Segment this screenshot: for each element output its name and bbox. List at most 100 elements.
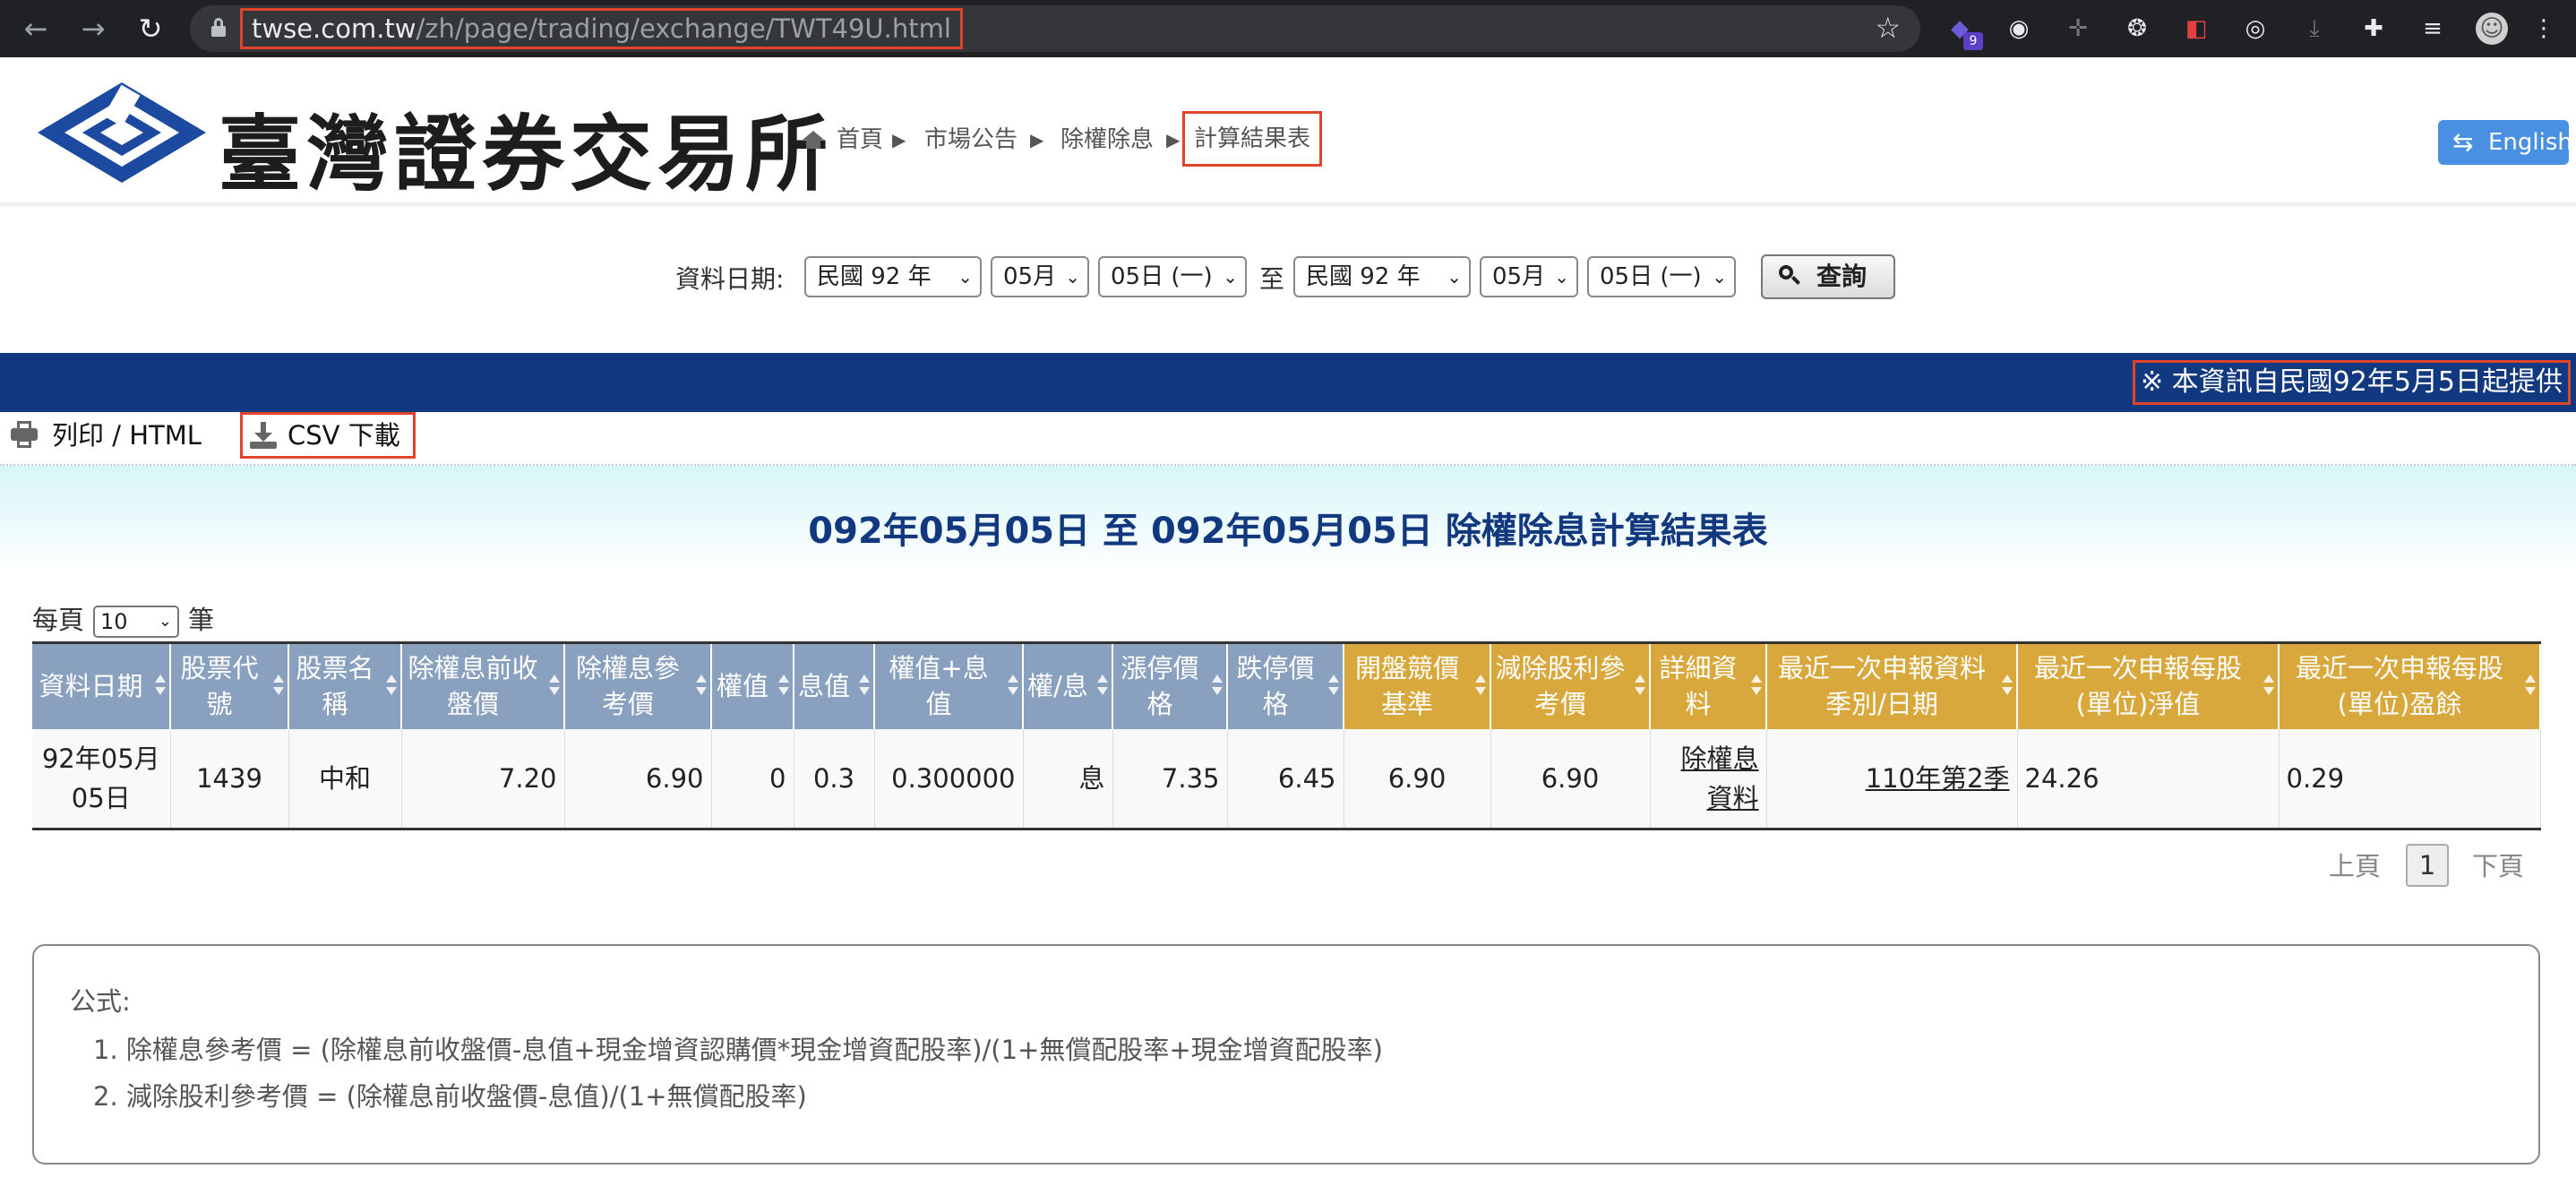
column-header-label: 最近一次申報每股(單位)淨值 <box>2033 653 2242 720</box>
column-header[interactable]: 開盤競價基準 <box>1344 641 1491 729</box>
table-header-row: 資料日期 股票代號 股票名稱 除權息前收盤價 除權息參考價 權值 息值 權值+息… <box>32 641 2541 729</box>
sort-icon <box>696 675 707 700</box>
column-header-label: 減除股利參考價 <box>1495 653 1626 720</box>
forward-arrow-icon[interactable]: → <box>75 11 111 47</box>
column-header[interactable]: 股票代號 <box>170 641 289 729</box>
logo-text: 臺灣證券交易所 <box>219 106 834 202</box>
column-header-label: 詳細資料 <box>1659 653 1738 720</box>
bookmark-star-icon[interactable]: ☆ <box>1875 11 1901 45</box>
column-header[interactable]: 息值 <box>794 641 875 729</box>
sort-icon <box>1008 675 1018 700</box>
url-text[interactable]: twse.com.tw/zh/page/trading/exchange/TWT… <box>240 8 963 49</box>
column-header[interactable]: 除權息前收盤價 <box>401 641 565 729</box>
end-month-select[interactable]: 05月 ⌄ <box>1480 256 1578 297</box>
sort-icon <box>1212 675 1223 700</box>
table-row: 92年05月05日 1439 中和 7.20 6.90 0 0.3 0.3000… <box>32 728 2541 830</box>
per-page-select[interactable]: 10 ⌄ <box>93 606 179 638</box>
extension-icon[interactable]: ◧ <box>2180 13 2212 45</box>
sort-icon <box>1097 675 1108 700</box>
chevron-down-icon: ⌄ <box>158 612 172 631</box>
back-arrow-icon[interactable]: ← <box>18 11 54 47</box>
cell-rights-plus-dividend: 0.300000 <box>874 728 1024 830</box>
avatar[interactable]: ☺ <box>2476 13 2508 45</box>
header-divider <box>0 202 2576 206</box>
puzzle-icon[interactable]: ✚ <box>2357 13 2390 45</box>
download-icon[interactable]: ⤓ <box>2298 13 2331 45</box>
column-header[interactable]: 最近一次申報每股(單位)盈餘 <box>2279 641 2541 729</box>
print-icon[interactable] <box>11 421 38 450</box>
chevron-down-icon: ⌄ <box>1554 266 1569 288</box>
address-bar[interactable]: twse.com.tw/zh/page/trading/exchange/TWT… <box>190 5 1920 52</box>
column-header[interactable]: 股票名稱 <box>288 641 402 729</box>
breadcrumb-ex-rights[interactable]: 除權除息 <box>1060 122 1154 158</box>
column-header[interactable]: 資料日期 <box>32 641 171 729</box>
column-header-label: 除權息前收盤價 <box>408 653 538 720</box>
cell-stock-name: 中和 <box>288 728 402 830</box>
column-header-label: 最近一次申報資料 季別/日期 <box>1777 653 1986 720</box>
english-button[interactable]: ⇆ English <box>2438 120 2572 165</box>
twse-logo-icon <box>38 82 206 183</box>
next-page-button[interactable]: 下頁 <box>2472 844 2524 889</box>
end-year-select[interactable]: 民國 92 年 ⌄ <box>1293 256 1471 297</box>
column-header-label: 最近一次申報每股(單位)盈餘 <box>2295 653 2503 720</box>
sort-icon <box>1328 675 1339 700</box>
breadcrumb-separator-icon: ▶ <box>1030 129 1044 150</box>
column-header[interactable]: 詳細資料 <box>1650 641 1767 729</box>
cell-close-before: 7.20 <box>401 728 565 830</box>
extension-icon[interactable]: ✛ <box>2062 13 2094 45</box>
breadcrumb-market-announcements[interactable]: 市場公告 <box>924 122 1018 158</box>
latest-report-link[interactable]: 110年第2季 <box>1866 763 2010 794</box>
extension-icon[interactable]: ◉ <box>2003 13 2035 45</box>
start-day-select[interactable]: 05日 (一) ⌄ <box>1098 256 1247 297</box>
menu-dots-icon[interactable]: ⋮ <box>2528 13 2560 45</box>
sort-icon <box>2263 675 2274 700</box>
column-header[interactable]: 除權息參考價 <box>564 641 712 729</box>
csv-download-label: CSV 下載 <box>288 420 400 451</box>
cell-stock-code: 1439 <box>170 728 289 830</box>
cell-latest-report-quarter: 110年第2季 <box>1766 728 2018 830</box>
column-header[interactable]: 權值 <box>711 641 794 729</box>
browser-toolbar: ← → ↻ twse.com.tw/zh/page/trading/exchan… <box>0 0 2576 57</box>
sort-icon <box>1635 675 1645 700</box>
cell-dividend-value: 0.3 <box>794 728 875 830</box>
csv-download-button[interactable]: CSV 下載 <box>240 412 416 459</box>
print-html-link[interactable]: 列印 / HTML <box>52 417 202 453</box>
home-icon <box>803 131 824 149</box>
column-header[interactable]: 減除股利參考價 <box>1490 641 1651 729</box>
formula-title: 公式: <box>70 986 131 1017</box>
breadcrumb-separator-icon: ▶ <box>1166 129 1181 150</box>
extension-icon[interactable]: ◆ 9 <box>1944 13 1983 50</box>
media-icon[interactable]: ≡ <box>2417 13 2449 45</box>
cell-rights-or-dividend: 息 <box>1023 728 1113 830</box>
end-day-select[interactable]: 05日 (一) ⌄ <box>1587 256 1736 297</box>
twse-logo[interactable]: 臺灣證券交易所 <box>34 79 828 202</box>
cell-opening-reference: 6.90 <box>1344 728 1491 830</box>
sort-icon <box>1475 675 1486 700</box>
end-month-value: 05月 <box>1492 263 1546 290</box>
chevron-down-icon: ⌄ <box>1447 266 1462 288</box>
column-header[interactable]: 跌停價格 <box>1227 641 1344 729</box>
column-header[interactable]: 最近一次申報每股(單位)淨值 <box>2017 641 2280 729</box>
detail-link[interactable]: 除權息資料 <box>1680 743 1758 813</box>
data-availability-notice: ※ 本資訊自民國92年5月5日起提供 <box>2132 360 2571 405</box>
reload-icon[interactable]: ↻ <box>133 11 168 47</box>
cell-nav-per-share: 24.26 <box>2017 728 2280 830</box>
start-year-select[interactable]: 民國 92 年 ⌄ <box>804 256 982 297</box>
start-month-select[interactable]: 05月 ⌄ <box>991 256 1089 297</box>
search-button[interactable]: 查詢 <box>1761 254 1895 299</box>
sort-icon <box>2002 675 2013 700</box>
column-header[interactable]: 漲停價格 <box>1112 641 1228 729</box>
breadcrumb-home[interactable]: 首頁 <box>837 122 883 158</box>
column-header[interactable]: 最近一次申報資料 季別/日期 <box>1766 641 2018 729</box>
extension-icon[interactable]: ❂ <box>2121 13 2153 45</box>
date-label: 資料日期: <box>675 264 785 294</box>
swap-icon: ⇆ <box>2452 127 2474 157</box>
notice-bar: ※ 本資訊自民國92年5月5日起提供 <box>0 353 2576 412</box>
extension-icon[interactable]: ◎ <box>2239 13 2271 45</box>
page-number-button[interactable]: 1 <box>2406 844 2449 887</box>
to-label: 至 <box>1259 264 1285 294</box>
column-header[interactable]: 權/息 <box>1023 641 1113 729</box>
column-header[interactable]: 權值+息值 <box>874 641 1024 729</box>
prev-page-button[interactable]: 上頁 <box>2329 844 2381 889</box>
breadcrumb-current[interactable]: 計算結果表 <box>1182 111 1323 167</box>
